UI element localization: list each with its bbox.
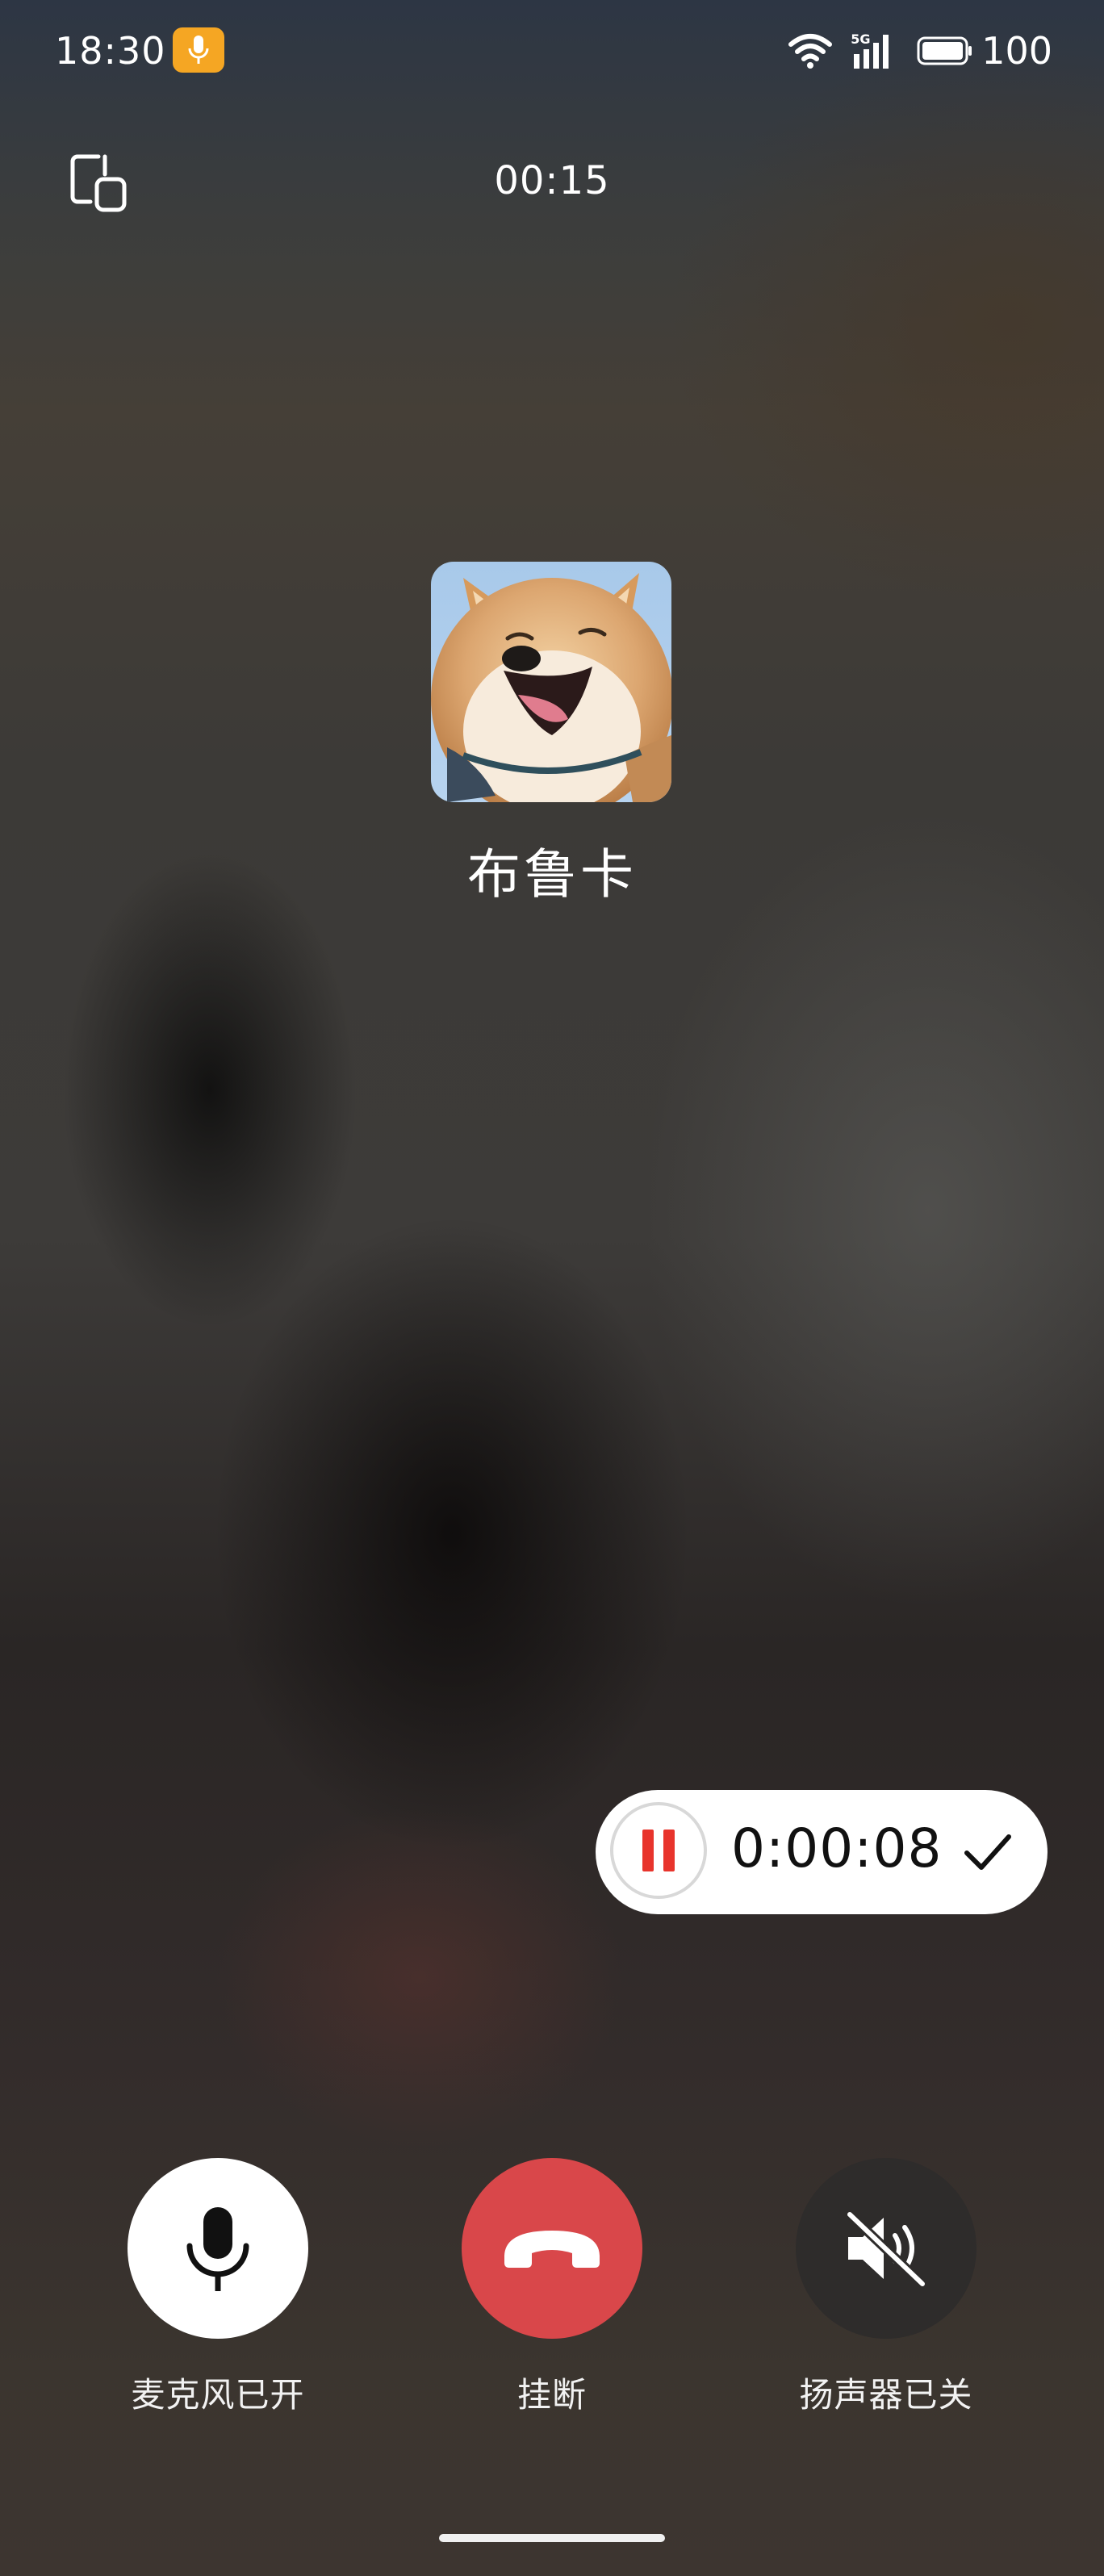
finish-recording-button[interactable] <box>959 1822 1017 1880</box>
battery-icon <box>917 36 972 65</box>
phone-hangup-icon <box>504 2231 600 2268</box>
hangup-button[interactable] <box>462 2158 642 2339</box>
contact-avatar <box>431 562 671 802</box>
mic-toggle-button[interactable] <box>128 2158 308 2339</box>
signal-icon: 5G <box>851 31 896 70</box>
speaker-control: 扬声器已关 <box>749 2158 1023 2417</box>
call-controls: 麦克风已开 挂断 扬声器已关 <box>0 2158 1104 2416</box>
hangup-control: 挂断 <box>415 2158 689 2417</box>
battery-level: 100 <box>981 29 1052 73</box>
contact-name: 布鲁卡 <box>467 843 637 905</box>
pause-recording-button[interactable] <box>610 1802 707 1899</box>
call-screen: 18:30 5G 100 00:15 布鲁卡 0:00:08 麦克风已开 挂断 … <box>0 0 1104 2576</box>
home-indicator[interactable] <box>439 2534 665 2542</box>
microphone-icon <box>186 2207 249 2291</box>
mic-label: 麦克风已开 <box>131 2375 305 2415</box>
call-timer: 00:15 <box>494 158 610 203</box>
status-indicators: 5G 100 <box>788 29 1052 73</box>
hangup-label: 挂断 <box>516 2375 587 2415</box>
check-icon <box>964 1834 1011 1870</box>
call-recording-pill: 0:00:08 <box>596 1790 1048 1914</box>
dog-avatar-image <box>431 573 671 802</box>
speaker-muted-icon <box>845 2210 927 2289</box>
recording-elapsed: 0:00:08 <box>731 1817 943 1880</box>
mic-control: 麦克风已开 <box>81 2158 355 2417</box>
speaker-label: 扬声器已关 <box>799 2375 973 2415</box>
wifi-icon <box>788 34 833 69</box>
status-time: 18:30 <box>55 29 166 73</box>
status-bar: 18:30 5G 100 <box>0 0 1104 105</box>
speaker-toggle-button[interactable] <box>796 2158 976 2339</box>
pause-icon <box>642 1830 675 1871</box>
mic-in-use-icon <box>173 27 224 73</box>
